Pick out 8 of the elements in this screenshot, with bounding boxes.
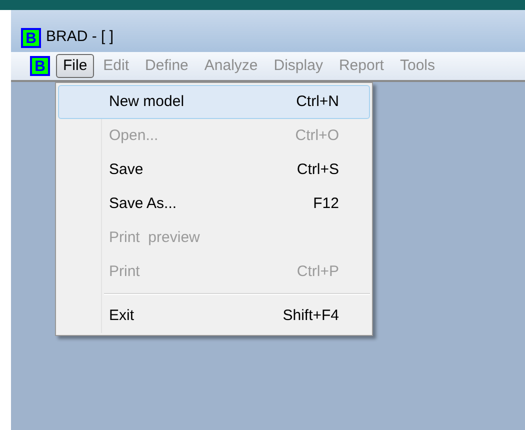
app-logo-icon: B: [30, 56, 50, 76]
menu-option[interactable]: Save As... F12: [58, 187, 370, 221]
menu-option[interactable]: Exit Shift+F4: [58, 299, 370, 333]
app-logo-icon: B: [21, 28, 41, 48]
menu-option[interactable]: Save Ctrl+S: [58, 153, 370, 187]
menu-item[interactable]: File: [56, 54, 94, 78]
menu-option[interactable]: New model Ctrl+N: [58, 85, 370, 119]
window-title: BRAD - [ ]: [46, 26, 114, 46]
